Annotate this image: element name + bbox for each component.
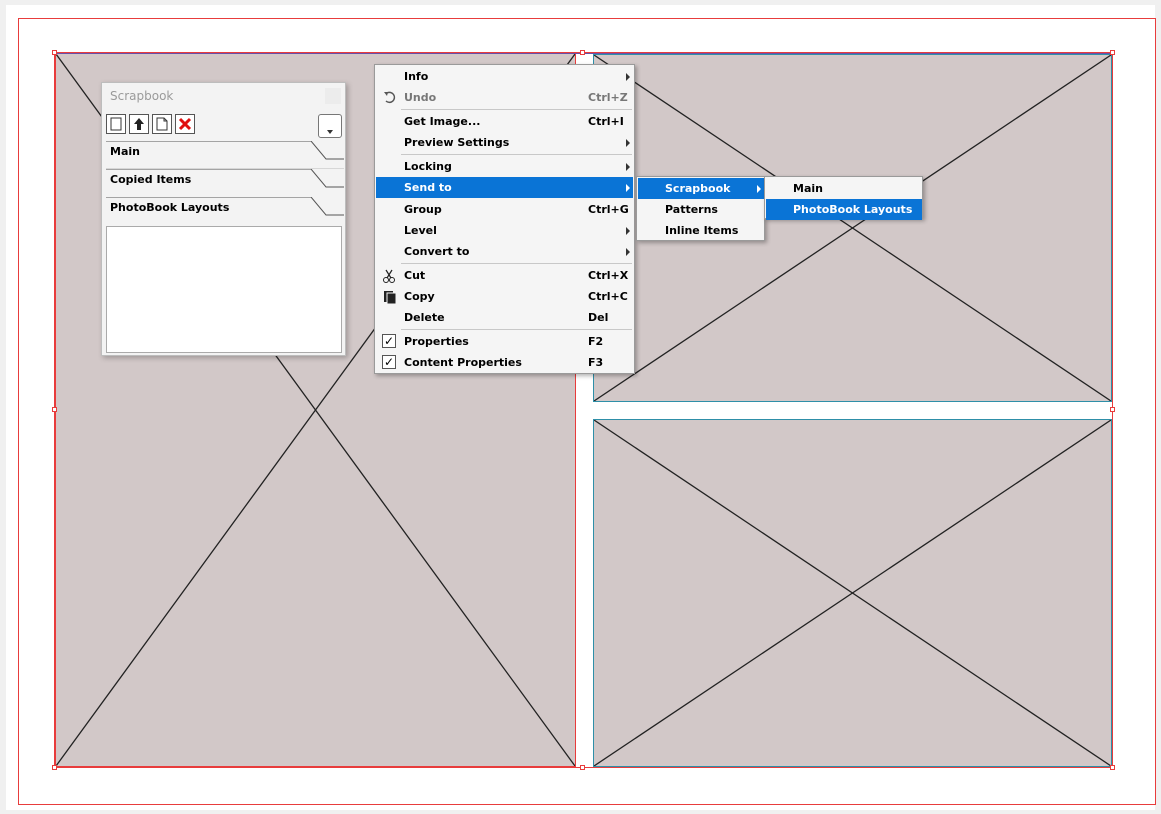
menu-item-group[interactable]: Group Ctrl+G xyxy=(376,199,633,220)
menu-item-content-properties[interactable]: ✓ Content Properties F3 xyxy=(376,352,633,373)
scrapbook-close-button[interactable] xyxy=(325,88,341,104)
submenu-arrow-icon xyxy=(626,184,630,192)
scrapbook-panel: Scrapbook Main Copied Items PhotoBook La… xyxy=(101,82,346,356)
submenu-arrow-icon xyxy=(757,185,761,193)
send-to-submenu: Scrapbook Patterns Inline Items xyxy=(636,176,765,241)
scrapbook-toolbar xyxy=(106,114,195,136)
menu-item-info[interactable]: Info xyxy=(376,66,633,87)
submenu-arrow-icon xyxy=(626,227,630,235)
menu-item-cut[interactable]: Cut Ctrl+X xyxy=(376,265,633,286)
menu-item-send-to[interactable]: Send to xyxy=(376,177,633,198)
scrapbook-title: Scrapbook xyxy=(110,89,174,103)
selection-handle-top-left[interactable] xyxy=(52,50,57,55)
submenu-arrow-icon xyxy=(626,163,630,171)
scrapbook-tab-photobook-layouts[interactable]: PhotoBook Layouts xyxy=(106,197,344,225)
submenu-item-main[interactable]: Main xyxy=(766,178,922,199)
menu-separator xyxy=(401,329,632,330)
selection-handle-top-center[interactable] xyxy=(580,50,585,55)
undo-icon xyxy=(384,91,396,104)
empty-frame-cross-bottom-right xyxy=(594,420,1111,766)
selection-handle-top-right[interactable] xyxy=(1110,50,1115,55)
checkmark-icon: ✓ xyxy=(382,334,396,348)
selection-handle-middle-left[interactable] xyxy=(52,407,57,412)
selection-handle-bottom-left[interactable] xyxy=(52,765,57,770)
selection-handle-bottom-center[interactable] xyxy=(580,765,585,770)
submenu-arrow-icon xyxy=(626,248,630,256)
menu-item-undo[interactable]: Undo Ctrl+Z xyxy=(376,87,633,108)
chevron-down-icon xyxy=(327,130,333,134)
menu-item-locking[interactable]: Locking xyxy=(376,156,633,177)
scrapbook-tab-main[interactable]: Main xyxy=(106,141,344,169)
scrapbook-item-list[interactable] xyxy=(106,226,342,353)
submenu-item-photobook-layouts[interactable]: PhotoBook Layouts xyxy=(766,199,922,220)
scissors-icon xyxy=(383,269,395,283)
selection-handle-bottom-right[interactable] xyxy=(1110,765,1115,770)
delete-x-icon[interactable] xyxy=(175,114,195,134)
menu-item-get-image[interactable]: Get Image... Ctrl+I xyxy=(376,111,633,132)
checkmark-icon: ✓ xyxy=(382,355,396,369)
menu-item-preview-settings[interactable]: Preview Settings xyxy=(376,132,633,153)
menu-item-level[interactable]: Level xyxy=(376,220,633,241)
context-menu: Info Undo Ctrl+Z Get Image... Ctrl+I Pre… xyxy=(374,64,635,374)
scrapbook-tab-copied-items[interactable]: Copied Items xyxy=(106,169,344,197)
menu-item-delete[interactable]: Delete Del xyxy=(376,307,633,328)
copy-icon xyxy=(384,291,397,305)
menu-separator xyxy=(401,154,632,155)
submenu-item-patterns[interactable]: Patterns xyxy=(638,199,764,220)
submenu-arrow-icon xyxy=(626,139,630,147)
selection-handle-middle-right[interactable] xyxy=(1110,407,1115,412)
submenu-arrow-icon xyxy=(626,73,630,81)
document-icon[interactable] xyxy=(152,114,172,134)
submenu-item-inline-items[interactable]: Inline Items xyxy=(638,220,764,241)
menu-item-convert-to[interactable]: Convert to xyxy=(376,241,633,262)
scrapbook-menu-button[interactable] xyxy=(318,114,342,138)
menu-separator xyxy=(401,263,632,264)
menu-item-properties[interactable]: ✓ Properties F2 xyxy=(376,331,633,352)
image-frame-bottom-right[interactable] xyxy=(593,419,1112,767)
submenu-item-scrapbook[interactable]: Scrapbook xyxy=(638,178,764,199)
up-arrow-icon[interactable] xyxy=(129,114,149,134)
new-page-icon[interactable] xyxy=(106,114,126,134)
menu-separator xyxy=(401,109,632,110)
scrapbook-submenu: Main PhotoBook Layouts xyxy=(764,176,923,220)
menu-item-copy[interactable]: Copy Ctrl+C xyxy=(376,286,633,307)
